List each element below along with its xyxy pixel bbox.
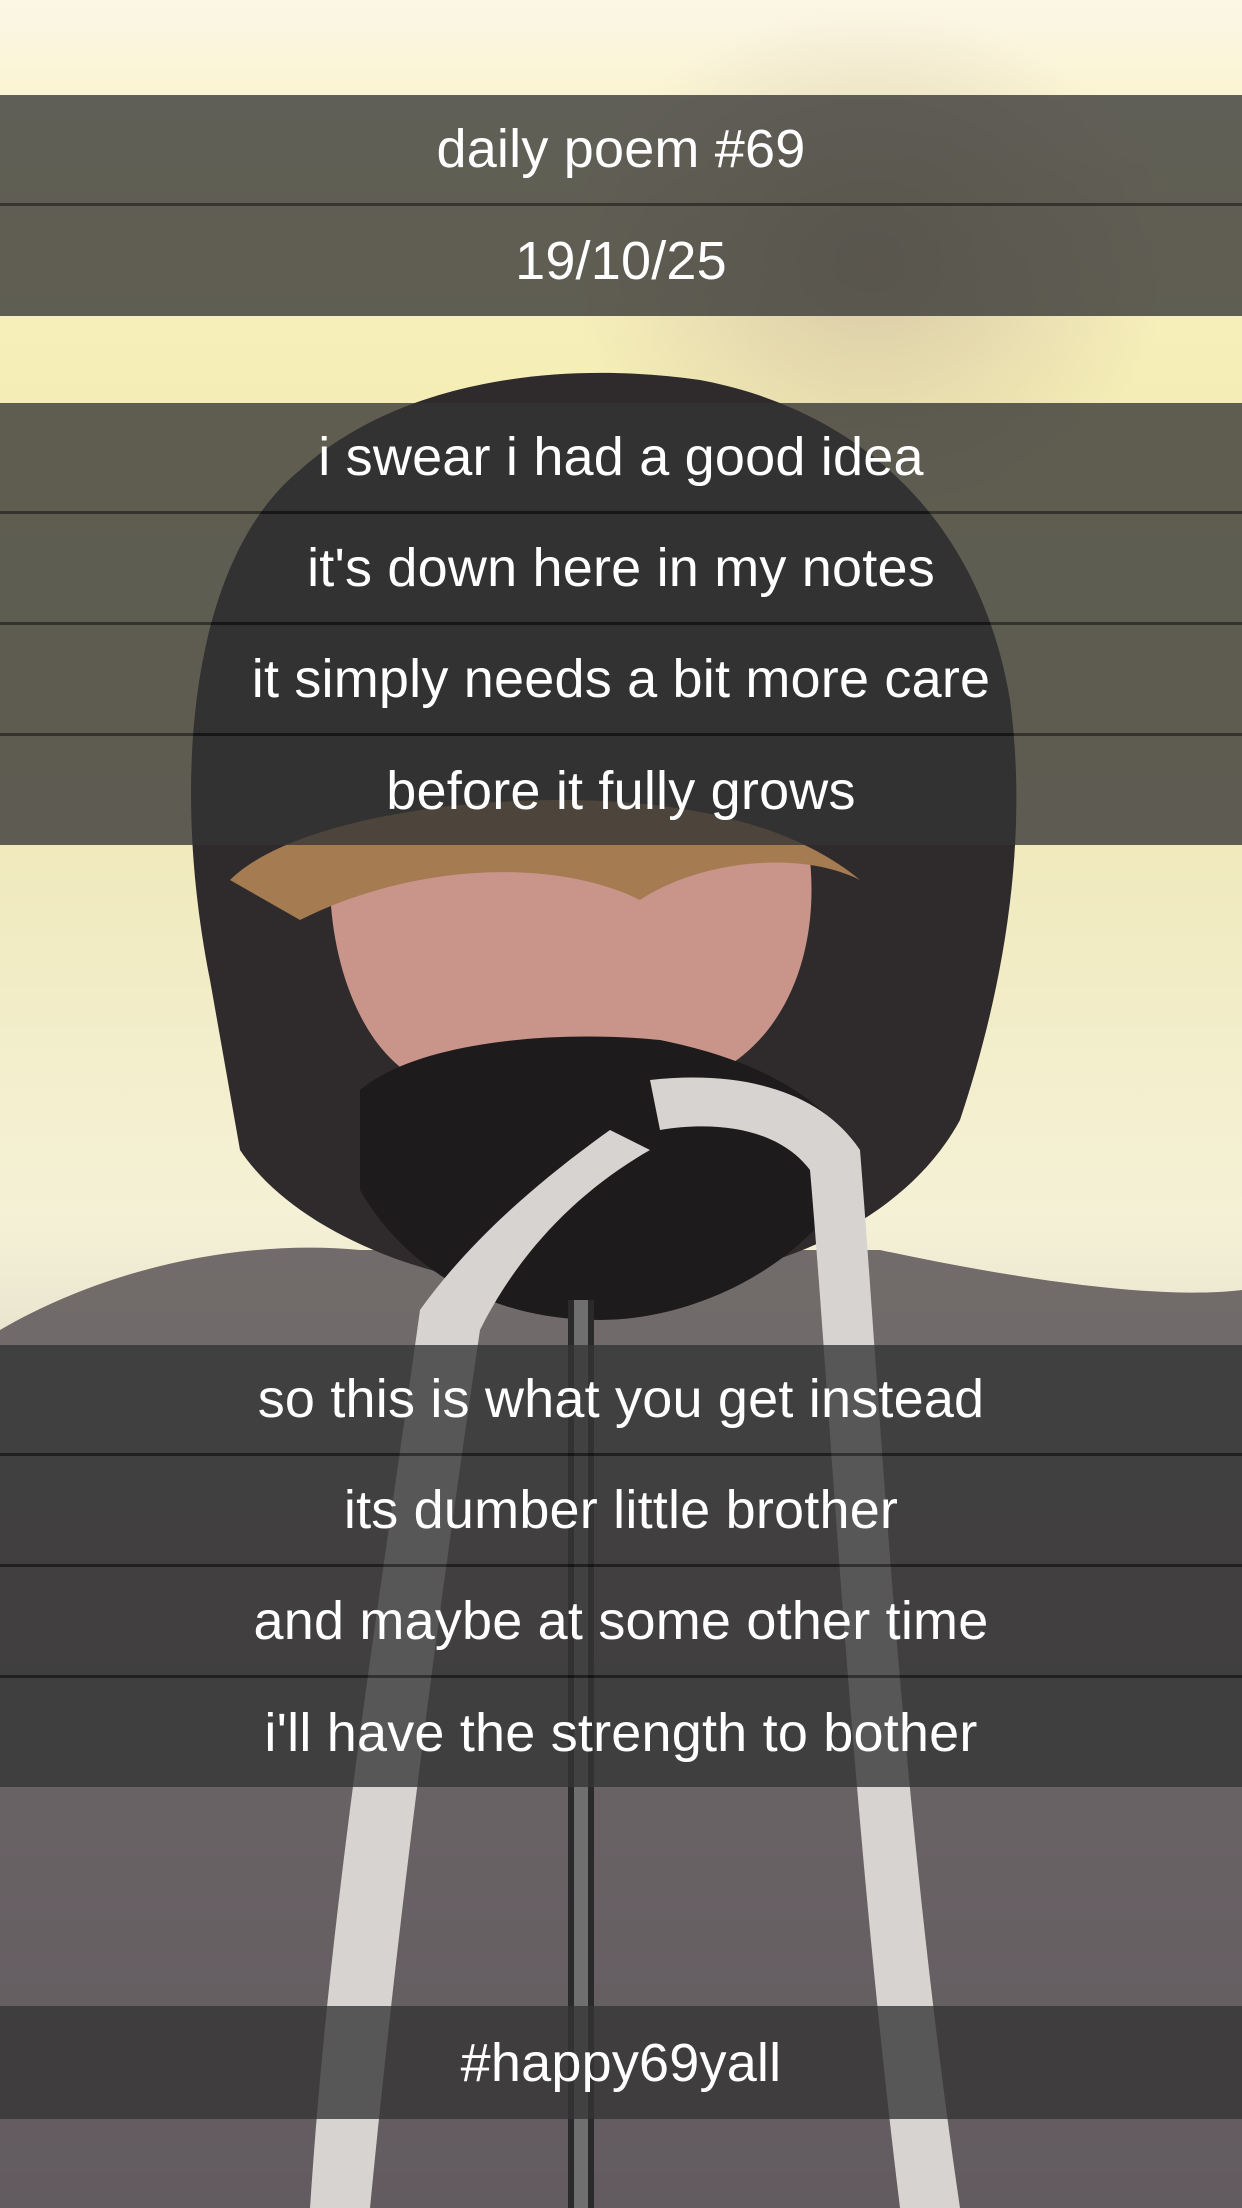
stanza-1-line-3: it simply needs a bit more care: [0, 625, 1242, 733]
stanza-2-line-3: and maybe at some other time: [0, 1567, 1242, 1675]
stanza-2-line-4: i'll have the strength to bother: [0, 1678, 1242, 1787]
stanza-1-line-2: it's down here in my notes: [0, 514, 1242, 622]
stanza-1-line-1: i swear i had a good idea: [0, 403, 1242, 511]
poem-date: 19/10/25: [0, 206, 1242, 316]
footer-hashtag: #happy69yall: [0, 2006, 1242, 2119]
poem-title: daily poem #69: [0, 95, 1242, 203]
stanza-1-line-4: before it fully grows: [0, 736, 1242, 845]
stanza-2-line-2: its dumber little brother: [0, 1456, 1242, 1564]
person-in-hoodie-photo: [0, 372, 1242, 2208]
stanza-2-line-1: so this is what you get instead: [0, 1345, 1242, 1453]
